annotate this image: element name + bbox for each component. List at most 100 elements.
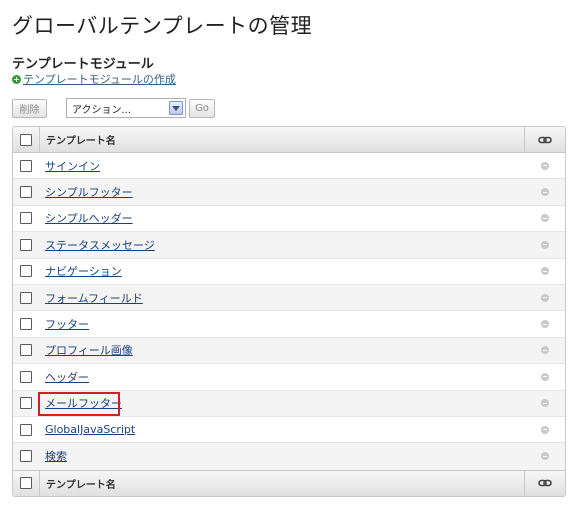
minus-circle-icon <box>540 267 549 276</box>
row-check-cell <box>13 338 40 363</box>
table-row: シンプルヘッダー <box>13 206 565 233</box>
row-checkbox[interactable] <box>20 238 32 251</box>
row-status-cell <box>524 259 565 284</box>
row-check-cell <box>13 259 40 284</box>
column-header-name[interactable]: テンプレート名 <box>40 132 524 147</box>
row-name-cell: シンプルフッター <box>40 184 524 200</box>
row-checkbox[interactable] <box>20 423 32 436</box>
minus-circle-icon <box>540 372 549 381</box>
row-status-cell <box>524 364 565 389</box>
row-checkbox[interactable] <box>20 265 32 278</box>
row-status-cell <box>524 311 565 336</box>
table-header: テンプレート名 <box>13 127 565 153</box>
row-name-cell: GlobalJavaScript <box>40 423 524 436</box>
create-link-label: テンプレートモジュールの作成 <box>23 73 176 86</box>
row-name-cell: メールフッター <box>40 395 524 411</box>
minus-circle-icon <box>540 452 549 461</box>
table-row: フォームフィールド <box>13 284 565 312</box>
row-name-cell: サインイン <box>40 158 524 174</box>
template-name-link[interactable]: ステータスメッセージ <box>45 239 155 252</box>
row-checkbox[interactable] <box>20 291 32 304</box>
action-select[interactable]: アクション... <box>66 98 186 118</box>
column-footer-name[interactable]: テンプレート名 <box>40 476 524 491</box>
minus-circle-icon <box>540 399 549 408</box>
row-checkbox[interactable] <box>20 397 32 410</box>
template-name-link[interactable]: フォームフィールド <box>45 292 143 305</box>
row-name-cell: ナビゲーション <box>40 263 524 279</box>
row-checkbox[interactable] <box>20 344 32 357</box>
row-checkbox[interactable] <box>20 159 32 172</box>
minus-circle-icon <box>540 425 549 434</box>
row-check-cell <box>13 443 40 469</box>
row-checkbox[interactable] <box>20 212 32 225</box>
row-checkbox[interactable] <box>20 186 32 199</box>
row-name-cell: フォームフィールド <box>40 290 524 306</box>
row-checkbox[interactable] <box>20 450 32 463</box>
select-all-cell-footer <box>13 470 40 496</box>
template-name-link[interactable]: GlobalJavaScript <box>45 423 135 436</box>
plus-circle-icon: + <box>12 74 21 84</box>
table-row: シンプルフッター <box>13 179 565 206</box>
row-check-cell <box>13 311 40 336</box>
row-status-cell <box>524 206 565 231</box>
table-row: ヘッダー <box>13 364 565 391</box>
row-name-cell: フッター <box>40 316 524 332</box>
link-chain-icon <box>524 470 565 496</box>
select-all-cell <box>13 127 40 152</box>
table-row: ナビゲーション <box>13 259 565 285</box>
action-select-value: アクション... <box>72 104 132 116</box>
delete-button[interactable]: 削除 <box>12 98 47 118</box>
row-checkbox[interactable] <box>20 370 32 383</box>
row-status-cell <box>524 443 565 469</box>
create-template-module-link[interactable]: + テンプレートモジュールの作成 <box>12 71 176 87</box>
template-name-link[interactable]: シンプルフッター <box>45 186 133 199</box>
row-check-cell <box>13 285 40 310</box>
minus-circle-icon <box>540 161 549 170</box>
template-name-link[interactable]: メールフッター <box>45 397 122 410</box>
row-name-cell: 検索 <box>40 448 524 464</box>
row-status-cell <box>524 338 565 363</box>
table-row: 検索 <box>13 443 565 470</box>
section-title: テンプレートモジュール <box>12 57 154 72</box>
row-check-cell <box>13 153 40 178</box>
row-check-cell <box>13 417 40 442</box>
row-check-cell <box>13 232 40 257</box>
row-checkbox[interactable] <box>20 318 32 331</box>
table-row: フッター <box>13 311 565 338</box>
row-check-cell <box>13 364 40 389</box>
row-status-cell <box>524 232 565 257</box>
minus-circle-icon <box>540 320 549 329</box>
template-name-link[interactable]: ナビゲーション <box>45 265 122 278</box>
table-row: サインイン <box>13 153 565 180</box>
row-check-cell <box>13 206 40 231</box>
minus-circle-icon <box>540 240 549 249</box>
row-name-cell: ステータスメッセージ <box>40 237 524 253</box>
select-all-checkbox-footer[interactable] <box>20 477 32 490</box>
row-name-cell: シンプルヘッダー <box>40 210 524 226</box>
row-status-cell <box>524 285 565 310</box>
template-name-link[interactable]: サインイン <box>45 160 100 173</box>
template-name-link[interactable]: ヘッダー <box>45 371 89 384</box>
table-row: プロフィール画像 <box>13 337 565 365</box>
row-status-cell <box>524 179 565 204</box>
row-check-cell <box>13 179 40 204</box>
link-chain-icon <box>524 127 565 152</box>
template-name-link[interactable]: 検索 <box>45 450 67 463</box>
chevron-down-icon[interactable] <box>169 101 183 115</box>
minus-circle-icon <box>540 346 549 355</box>
table-row: メールフッター <box>13 390 565 417</box>
row-name-cell: ヘッダー <box>40 369 524 385</box>
select-all-checkbox[interactable] <box>20 133 32 146</box>
template-name-link[interactable]: フッター <box>45 318 89 331</box>
row-check-cell <box>13 391 40 416</box>
row-name-cell: プロフィール画像 <box>40 342 524 358</box>
page-title: グローバルテンプレートの管理 <box>12 14 313 38</box>
template-name-link[interactable]: プロフィール画像 <box>45 344 133 357</box>
row-status-cell <box>524 417 565 442</box>
minus-circle-icon <box>540 293 549 302</box>
table-footer: テンプレート名 <box>13 469 565 496</box>
minus-circle-icon <box>540 188 549 197</box>
template-name-link[interactable]: シンプルヘッダー <box>45 212 133 225</box>
go-button[interactable]: Go <box>189 98 215 118</box>
row-status-cell <box>524 391 565 416</box>
